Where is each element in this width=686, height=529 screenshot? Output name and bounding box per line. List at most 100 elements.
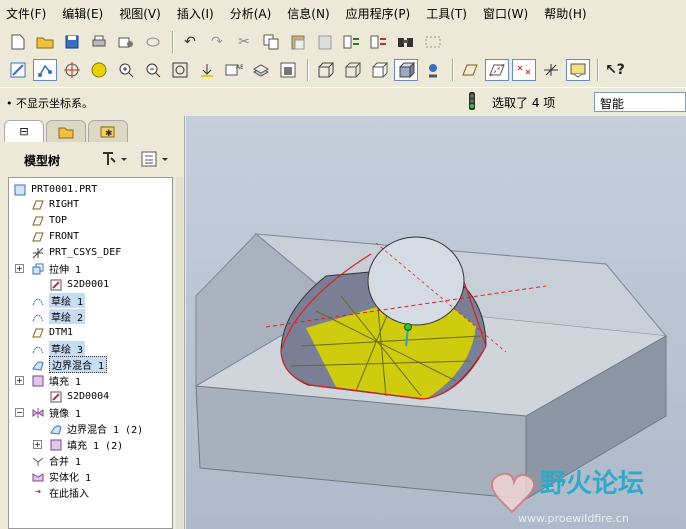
tab-favorites[interactable]: ✱ bbox=[88, 120, 128, 142]
point-display-icon[interactable] bbox=[512, 59, 536, 81]
tree-item-csys[interactable]: PRT_CSYS_DEF bbox=[31, 245, 121, 260]
spin-center-icon[interactable] bbox=[60, 59, 84, 81]
menu-analysis[interactable]: 分析(A) bbox=[230, 5, 272, 22]
tree-item-s2d0001[interactable]: S2D0001 bbox=[49, 277, 109, 292]
tree-item-right[interactable]: RIGHT bbox=[31, 197, 79, 212]
tree-item-extrude[interactable]: 拉伸 1 bbox=[31, 261, 81, 276]
merge-icon bbox=[31, 455, 45, 467]
zoom-in-icon[interactable] bbox=[114, 59, 138, 81]
tree-item-mirror[interactable]: 镜像 1 bbox=[31, 405, 81, 420]
menu-help[interactable]: 帮助(H) bbox=[544, 5, 586, 22]
zoom-out-icon[interactable] bbox=[141, 59, 165, 81]
annotation-display-icon[interactable] bbox=[566, 59, 590, 81]
new-file-icon[interactable] bbox=[6, 31, 30, 53]
boundary-blend-icon bbox=[49, 423, 63, 435]
menu-tools[interactable]: 工具(T) bbox=[426, 5, 467, 22]
menu-file[interactable]: 文件(F) bbox=[6, 5, 46, 22]
tree-item-fill-2[interactable]: 填充 1 (2) bbox=[49, 437, 123, 452]
reorient-icon[interactable] bbox=[195, 59, 219, 81]
plane-display-icon[interactable] bbox=[458, 59, 482, 81]
select-box-icon[interactable] bbox=[421, 31, 445, 53]
tree-item-sketch2[interactable]: 草绘 2 bbox=[31, 309, 86, 324]
svg-text:✱: ✱ bbox=[105, 129, 113, 139]
menu-window[interactable]: 窗口(W) bbox=[483, 5, 528, 22]
menu-edit[interactable]: 编辑(E) bbox=[62, 5, 103, 22]
axis-display-icon[interactable] bbox=[485, 59, 509, 81]
expand-toggle[interactable]: + bbox=[33, 440, 42, 449]
tree-filter-icon[interactable] bbox=[140, 150, 172, 171]
regenerate-icon[interactable] bbox=[340, 31, 364, 53]
expand-toggle[interactable]: − bbox=[15, 408, 24, 417]
menu-view[interactable]: 视图(V) bbox=[119, 5, 161, 22]
tree-item-part[interactable]: PRT0001.PRT bbox=[13, 182, 97, 197]
selected-count: 选取了 4 项 bbox=[492, 96, 556, 110]
watermark-title: 野火论坛 bbox=[540, 469, 644, 499]
tree-item-s2d0004[interactable]: S2D0004 bbox=[49, 389, 109, 404]
solidify-icon bbox=[31, 471, 45, 483]
shading-icon[interactable] bbox=[394, 59, 418, 81]
orient-icon[interactable] bbox=[33, 59, 57, 81]
tab-folder-browser[interactable] bbox=[46, 120, 86, 142]
hidden-line-icon[interactable] bbox=[340, 59, 364, 81]
save-icon[interactable] bbox=[60, 31, 84, 53]
wireframe-icon[interactable] bbox=[313, 59, 337, 81]
csys-display-icon[interactable] bbox=[539, 59, 563, 81]
layers-icon[interactable] bbox=[249, 59, 273, 81]
tree-item-insert-here[interactable]: ➜ 在此插入 bbox=[31, 485, 89, 500]
print-icon[interactable] bbox=[87, 31, 111, 53]
refit-icon[interactable] bbox=[168, 59, 192, 81]
no-hidden-icon[interactable] bbox=[367, 59, 391, 81]
tab-model-tree[interactable]: ⊟ bbox=[4, 120, 44, 142]
sketch-curve-icon bbox=[31, 343, 45, 355]
cut-icon[interactable]: ✂ bbox=[232, 31, 256, 53]
view-manager-icon[interactable] bbox=[276, 59, 300, 81]
tree-item-sketch1[interactable]: 草绘 1 bbox=[31, 293, 86, 308]
tree-settings-icon[interactable] bbox=[101, 150, 131, 171]
redo-icon[interactable]: ↷ bbox=[205, 31, 229, 53]
paste-icon[interactable] bbox=[286, 31, 310, 53]
menu-applications[interactable]: 应用程序(P) bbox=[346, 5, 411, 22]
toolbar-separator bbox=[597, 59, 599, 81]
drag-handle-point[interactable] bbox=[404, 323, 412, 331]
menu-info[interactable]: 信息(N) bbox=[287, 5, 329, 22]
tree-item-boundary-blend-2[interactable]: 边界混合 1 (2) bbox=[49, 421, 143, 436]
tree-item-dtm1[interactable]: DTM1 bbox=[31, 325, 73, 340]
tree-item-sketch3[interactable]: 草绘 3 bbox=[31, 341, 86, 356]
tree-scrollbar[interactable] bbox=[176, 177, 183, 529]
saved-views-icon[interactable]: AB bbox=[222, 59, 246, 81]
tree-item-front[interactable]: FRONT bbox=[31, 229, 79, 244]
model-display-icon[interactable] bbox=[421, 59, 445, 81]
regen-manager-icon[interactable] bbox=[367, 31, 391, 53]
send-icon[interactable] bbox=[114, 31, 138, 53]
tree-item-solidify[interactable]: 实体化 1 bbox=[31, 469, 91, 484]
open-file-icon[interactable] bbox=[33, 31, 57, 53]
tree-item-boundary-blend[interactable]: 边界混合 1 bbox=[31, 356, 108, 373]
selection-filter[interactable]: 智能 bbox=[594, 92, 686, 112]
expand-toggle[interactable]: + bbox=[15, 264, 24, 273]
appearance-icon[interactable] bbox=[87, 59, 111, 81]
tree-item-merge[interactable]: 合并 1 bbox=[31, 453, 81, 468]
link-icon[interactable] bbox=[141, 31, 165, 53]
menu-insert[interactable]: 插入(I) bbox=[177, 5, 214, 22]
copy-icon[interactable] bbox=[259, 31, 283, 53]
datum-plane-icon bbox=[31, 327, 45, 339]
mirror-icon bbox=[31, 407, 45, 419]
paste-special-icon[interactable] bbox=[313, 31, 337, 53]
find-icon[interactable] bbox=[394, 31, 418, 53]
whats-this-icon[interactable]: ↖? bbox=[603, 59, 627, 81]
watermark-logo-icon bbox=[491, 472, 535, 514]
repaint-icon[interactable] bbox=[6, 59, 30, 81]
fill-icon bbox=[31, 375, 45, 387]
top-cap-fill-surface[interactable] bbox=[367, 236, 465, 326]
svg-text:AB: AB bbox=[236, 64, 243, 71]
model-tree-icon: ⊟ bbox=[19, 125, 29, 138]
tree-item-fill[interactable]: 填充 1 bbox=[31, 373, 81, 388]
boundary-blend-icon bbox=[31, 359, 45, 371]
tree-item-top[interactable]: TOP bbox=[31, 213, 67, 228]
sketch-icon bbox=[49, 279, 63, 291]
undo-icon[interactable]: ↶ bbox=[178, 31, 202, 53]
selection-status: 选取了 4 项 bbox=[466, 91, 555, 114]
forum-watermark: 野火论坛 www.proewildfire.cn bbox=[470, 460, 684, 526]
csys-icon bbox=[31, 247, 45, 259]
expand-toggle[interactable]: + bbox=[15, 376, 24, 385]
